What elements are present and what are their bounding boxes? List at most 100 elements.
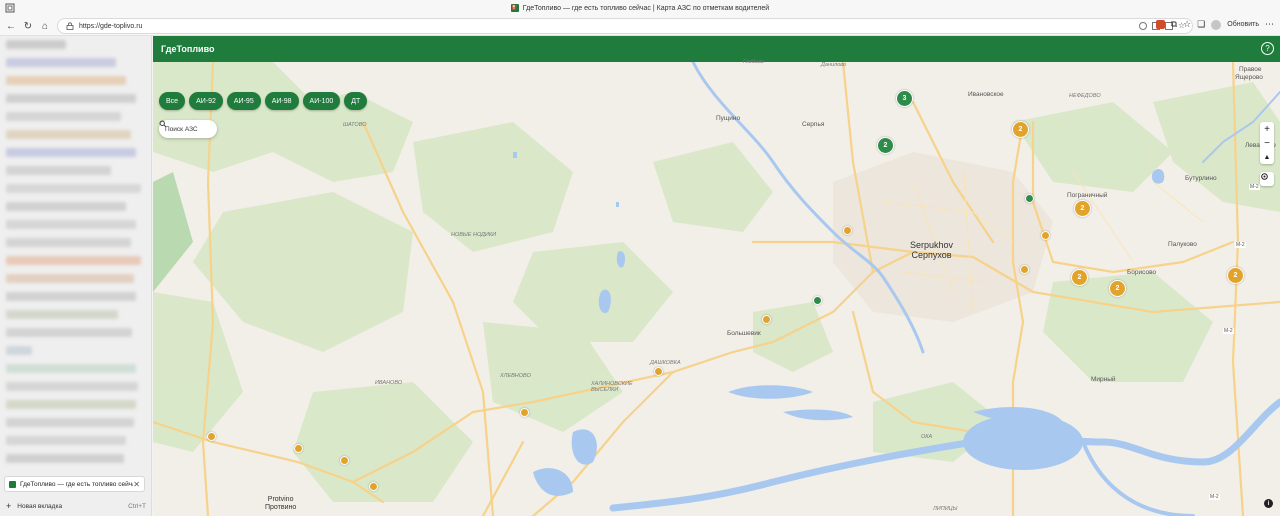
- back-arrow-icon[interactable]: ←: [4, 19, 18, 33]
- reload-icon[interactable]: ↻: [21, 19, 35, 33]
- blurred-tab[interactable]: [6, 418, 134, 427]
- blurred-tab[interactable]: [6, 112, 121, 121]
- site-info-icon[interactable]: [66, 22, 74, 30]
- station-cluster[interactable]: 2: [1109, 280, 1126, 297]
- station-pin[interactable]: [294, 444, 303, 453]
- map[interactable]: Все АИ-92 АИ-95 АИ-98 АИ-100 ДТ Поиск АЗ…: [153, 59, 1280, 516]
- blurred-tab[interactable]: [6, 94, 136, 103]
- active-tab-title: ГдеТопливо — где есть топливо сейчас: [20, 480, 134, 488]
- station-cluster[interactable]: 2: [1071, 269, 1088, 286]
- extensions-puzzle-icon[interactable]: ⧉: [1171, 19, 1177, 30]
- station-pin[interactable]: [340, 456, 349, 465]
- fuel-filter-bar: Все АИ-92 АИ-95 АИ-98 АИ-100 ДТ: [159, 92, 368, 110]
- city-name-cyrillic: Серпухов: [911, 250, 952, 260]
- brand-title: ГдеТопливо: [161, 44, 215, 54]
- collections-icon[interactable]: ❏: [1197, 19, 1205, 30]
- station-search-button[interactable]: Поиск АЗС: [159, 120, 217, 138]
- city-label-protvino: Protvino Протвино: [265, 496, 296, 512]
- station-pin[interactable]: [1025, 194, 1034, 203]
- blurred-tab[interactable]: [6, 166, 111, 175]
- blurred-tab[interactable]: [6, 310, 118, 319]
- station-pin[interactable]: [1041, 231, 1050, 240]
- blurred-tab[interactable]: [6, 274, 134, 283]
- blurred-tab[interactable]: [6, 76, 126, 85]
- browser-toolbar: ← ↻ ⌂ https://gde-toplivo.ru ☆ ⧉ ☆ ❏ Обн…: [0, 16, 1280, 36]
- map-info-icon[interactable]: i: [1264, 499, 1273, 508]
- search-label: Поиск АЗС: [165, 125, 198, 133]
- blurred-tab[interactable]: [6, 382, 138, 391]
- station-cluster[interactable]: 2: [877, 137, 894, 154]
- blurred-tab[interactable]: [6, 436, 126, 445]
- station-pin[interactable]: [207, 432, 216, 441]
- station-pin[interactable]: [762, 315, 771, 324]
- blurred-tab[interactable]: [6, 328, 132, 337]
- filter-ai92[interactable]: АИ-92: [189, 92, 223, 110]
- close-tab-icon[interactable]: ✕: [133, 480, 140, 489]
- profile-avatar[interactable]: [1211, 19, 1222, 30]
- more-menu-icon[interactable]: ⋯: [1265, 19, 1274, 30]
- map-label: ЛИПИЦЫ: [933, 506, 958, 512]
- station-cluster[interactable]: 2: [1227, 267, 1244, 284]
- city-name-latin: Serpukhov: [910, 240, 954, 250]
- map-label: Палуково: [1168, 241, 1197, 248]
- filter-all[interactable]: Все: [159, 92, 186, 110]
- blurred-tab[interactable]: [6, 40, 66, 49]
- zoom-control: + − ▲: [1260, 122, 1274, 164]
- zoom-in-button[interactable]: +: [1260, 122, 1274, 136]
- new-tab-button[interactable]: + Новая вкладка Ctrl+T: [0, 498, 152, 514]
- window-menu-icon[interactable]: [5, 3, 15, 13]
- blurred-tab[interactable]: [6, 400, 136, 409]
- map-label: НОВЫЕ НОДИКИ: [451, 232, 497, 238]
- blurred-tab[interactable]: [6, 130, 131, 139]
- url-text: https://gde-toplivo.ru: [79, 22, 143, 30]
- blurred-tab[interactable]: [6, 202, 126, 211]
- blurred-tab[interactable]: [6, 148, 136, 157]
- blurred-tab[interactable]: [6, 238, 131, 247]
- filter-diesel[interactable]: ДТ: [344, 92, 368, 110]
- window-title: ГдеТопливо — где есть топливо сейчас | К…: [522, 4, 770, 12]
- blurred-tab[interactable]: [6, 184, 141, 193]
- blurred-tab[interactable]: [6, 292, 136, 301]
- map-label: Глебово: [743, 59, 764, 65]
- station-cluster[interactable]: 2: [1012, 121, 1029, 138]
- station-cluster[interactable]: 3: [896, 90, 913, 107]
- app-header: ГдеТопливо ?: [153, 36, 1280, 62]
- road-label: M-2: [1249, 184, 1260, 190]
- station-cluster[interactable]: 2: [1074, 200, 1091, 217]
- blurred-tab[interactable]: [6, 220, 136, 229]
- station-pin[interactable]: [654, 367, 663, 376]
- blurred-tab[interactable]: [6, 256, 141, 265]
- map-label: ИВАНОВО: [375, 380, 403, 386]
- home-icon[interactable]: ⌂: [38, 19, 52, 33]
- site-favicon-icon: [9, 480, 16, 488]
- compass-icon[interactable]: ▲: [1260, 150, 1274, 164]
- zoom-out-button[interactable]: −: [1260, 136, 1274, 150]
- blurred-tab[interactable]: [6, 346, 32, 355]
- active-tab[interactable]: ГдеТопливо — где есть топливо сейчас ✕: [4, 476, 145, 492]
- map-label: Данилово: [821, 62, 846, 68]
- address-bar[interactable]: https://gde-toplivo.ru ☆: [57, 18, 1193, 34]
- blurred-tab[interactable]: [6, 58, 116, 67]
- help-icon[interactable]: ?: [1261, 42, 1274, 55]
- road-label: M-2: [1209, 494, 1220, 500]
- locate-me-icon[interactable]: [1260, 172, 1274, 186]
- map-label: Ящерово: [1235, 74, 1263, 81]
- extension-icon[interactable]: [1155, 20, 1165, 29]
- favorites-icon[interactable]: ☆: [1183, 19, 1191, 30]
- station-pin[interactable]: [1020, 265, 1029, 274]
- station-pin[interactable]: [369, 482, 378, 491]
- tracking-icon[interactable]: [1139, 22, 1147, 30]
- blurred-tab[interactable]: [6, 454, 124, 463]
- map-label: ДАШКОВКА: [650, 360, 681, 366]
- station-pin[interactable]: [813, 296, 822, 305]
- blurred-tab[interactable]: [6, 364, 136, 373]
- search-icon: [159, 120, 167, 128]
- station-pin[interactable]: [843, 226, 852, 235]
- filter-ai95[interactable]: АИ-95: [226, 92, 261, 110]
- station-pin[interactable]: [520, 408, 529, 417]
- city-name-latin: Protvino: [267, 496, 294, 503]
- refresh-button[interactable]: Обновить: [1227, 21, 1259, 28]
- road-label: M-2: [1223, 328, 1234, 334]
- filter-ai98[interactable]: АИ-98: [264, 92, 299, 110]
- filter-ai100[interactable]: АИ-100: [302, 92, 341, 110]
